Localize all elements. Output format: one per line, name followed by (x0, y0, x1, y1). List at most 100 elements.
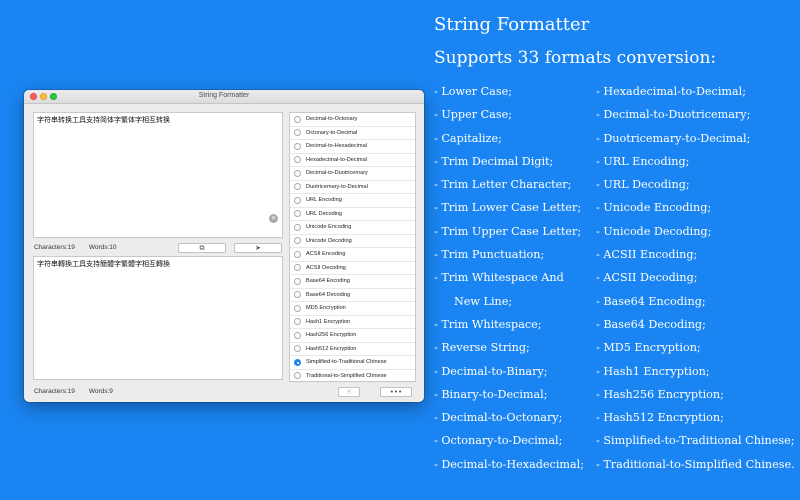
hand-icon: ☝ (346, 388, 352, 396)
output-word-count: Words:9 (88, 388, 113, 395)
format-list-item: - Decimal-to-Hexadecimal; (434, 457, 585, 471)
radio-icon[interactable] (294, 318, 301, 326)
format-list-item: - Reverse String; (434, 341, 530, 355)
radio-icon[interactable] (294, 196, 301, 204)
format-list-item: - Hexadecimal-to-Decimal; (596, 85, 747, 98)
conversion-option[interactable]: ACSII Decoding (290, 262, 415, 275)
conversion-option[interactable]: Duotricemary-to-Decimal (290, 181, 415, 194)
conversion-option-label: URL Decoding (306, 210, 343, 217)
format-list-left: - Lower Case; - Upper Case; - Capitalize; -… (434, 84, 584, 480)
radio-icon[interactable] (294, 142, 301, 150)
conversion-option[interactable]: Base64 Decoding (290, 289, 415, 302)
conversion-option[interactable]: URL Decoding (290, 208, 415, 221)
output-character-count: Characters:19 (34, 388, 75, 395)
radio-icon[interactable] (294, 264, 301, 272)
conversion-option[interactable]: Unicode Decoding (290, 235, 415, 248)
format-list-item: - Trim Lower Case Letter; (434, 201, 582, 215)
conversion-option[interactable]: Decimal-to-Duotricemary (290, 167, 415, 181)
radio-selected-icon[interactable] (294, 358, 301, 366)
conversion-option[interactable]: Simplified-to-Traditional Chinese (290, 356, 415, 370)
clear-icon[interactable]: × (269, 214, 278, 223)
format-list-item: - Duotricemary-to-Decimal; (596, 131, 751, 145)
window-title: String Formatter (198, 92, 250, 99)
more-button[interactable]: ••• (380, 387, 412, 397)
more-icon: ••• (389, 388, 403, 396)
title-bar[interactable]: String Formatter (24, 90, 424, 104)
promo-title: String Formatter (434, 14, 590, 35)
format-list-item: - Base64 Encoding; (596, 294, 706, 308)
conversion-option-label: Decimal-to-Hexadecimal (306, 143, 367, 150)
radio-icon[interactable] (294, 304, 301, 312)
format-list-item: - Decimal-to-Octonary; (434, 411, 563, 425)
conversion-option[interactable]: Hash1 Encryption (290, 316, 415, 329)
conversion-option[interactable]: Octonary-to-Decimal (290, 127, 415, 140)
radio-icon[interactable] (294, 169, 301, 177)
format-list-item: - Trim Upper Case Letter; (434, 224, 582, 238)
radio-icon[interactable] (294, 345, 301, 353)
format-list-item: - Base64 Decoding; (596, 317, 706, 331)
conversion-option-label: Unicode Encoding (306, 224, 352, 231)
radio-icon[interactable] (294, 291, 301, 299)
format-list-item: - Hash1 Encryption; (596, 364, 710, 378)
conversion-option-label: Decimal-to-Octonary (306, 116, 358, 123)
app-window: String Formatter 字符串转换工具支持简体字繁体字相互转换 × C… (24, 90, 424, 402)
conversion-option[interactable]: ACSII Encoding (290, 248, 415, 262)
output-text-area[interactable]: 字符串轉換工具支持簡體字繁體字相互轉換 (33, 256, 283, 380)
conversion-list: Decimal-to-Octonary Octonary-to-Decimal De… (289, 112, 416, 383)
conversion-option-label: Hash512 Encryption (306, 345, 357, 352)
radio-icon[interactable] (294, 331, 301, 339)
conversion-option[interactable]: Decimal-to-Octonary (290, 113, 415, 127)
send-button[interactable]: ➤ (234, 243, 282, 253)
hand-button[interactable]: ☝ (338, 387, 360, 397)
copy-button[interactable]: ⧉ (178, 243, 226, 253)
conversion-option-label: URL Encoding (306, 197, 342, 204)
format-list-item: - Trim Letter Character; (434, 178, 572, 192)
conversion-option[interactable]: Unicode Encoding (290, 221, 415, 235)
format-list-right: - Hexadecimal-to-Decimal; - Decimal-to-Du… (596, 84, 795, 480)
conversion-option[interactable]: Hexadecimal-to-Decimal (290, 154, 415, 167)
format-list-item: - Octonary-to-Decimal; (434, 434, 563, 448)
format-list-item: - URL Encoding; (596, 154, 690, 168)
input-text-area[interactable]: 字符串转换工具支持简体字繁体字相互转换 × (33, 112, 283, 238)
conversion-option-label: Base64 Decoding (306, 291, 351, 298)
radio-icon[interactable] (294, 183, 301, 191)
format-list-item: - MD5 Encryption; (596, 341, 701, 355)
conversion-option[interactable]: MD5 Encryption (290, 302, 415, 316)
radio-icon[interactable] (294, 115, 301, 123)
conversion-option-label: Octonary-to-Decimal (306, 129, 358, 136)
format-list-item: - ACSII Encoding; (596, 248, 698, 262)
output-text: 字符串轉換工具支持簡體字繁體字相互轉換 (37, 260, 170, 268)
conversion-option-label: Simplified-to-Traditional Chinese (306, 359, 387, 366)
format-list-item: - Decimal-to-Duotricemary; (596, 108, 751, 122)
promo-subtitle: Supports 33 formats conversion: (434, 48, 717, 68)
conversion-option[interactable]: Base64 Encoding (290, 275, 415, 289)
radio-icon[interactable] (294, 156, 301, 164)
conversion-option-label: Duotricemary-to-Decimal (306, 183, 368, 190)
radio-icon[interactable] (294, 223, 301, 231)
format-list-item: - Trim Whitespace; (434, 317, 542, 331)
radio-icon[interactable] (294, 277, 301, 285)
format-list-item: - Simplified-to-Traditional Chinese; (596, 434, 795, 448)
input-stats: Characters:19 Words:10 (34, 244, 117, 251)
radio-icon[interactable] (294, 237, 301, 245)
format-list-item: - Trim Punctuation; (434, 248, 545, 262)
conversion-option[interactable]: Hash512 Encryption (290, 343, 415, 356)
format-list-item: - Traditional-to-Simplified Chinese. (596, 457, 795, 471)
conversion-option[interactable]: Hash256 Encryption (290, 329, 415, 343)
radio-icon[interactable] (294, 372, 301, 380)
conversion-option-label: Decimal-to-Duotricemary (306, 170, 368, 177)
radio-icon[interactable] (294, 129, 301, 137)
format-list-item: - Trim Whitespace And (434, 271, 564, 285)
conversion-option[interactable]: URL Encoding (290, 194, 415, 208)
output-stats: Characters:19 Words:9 (34, 388, 113, 395)
radio-icon[interactable] (294, 210, 301, 218)
conversion-option-label: MD5 Encryption (306, 305, 346, 312)
radio-icon[interactable] (294, 250, 301, 258)
format-list-item: - Binary-to-Decimal; (434, 387, 548, 401)
conversion-option-label: Traditional-to-Simplified Chinese (306, 372, 387, 379)
conversion-option[interactable]: Decimal-to-Hexadecimal (290, 140, 415, 154)
format-list-item: New Line; (454, 294, 513, 308)
input-text: 字符串转换工具支持简体字繁体字相互转换 (37, 116, 170, 124)
conversion-option[interactable]: Traditional-to-Simplified Chinese (290, 370, 415, 383)
format-list-item: - Trim Decimal Digit; (434, 154, 554, 168)
